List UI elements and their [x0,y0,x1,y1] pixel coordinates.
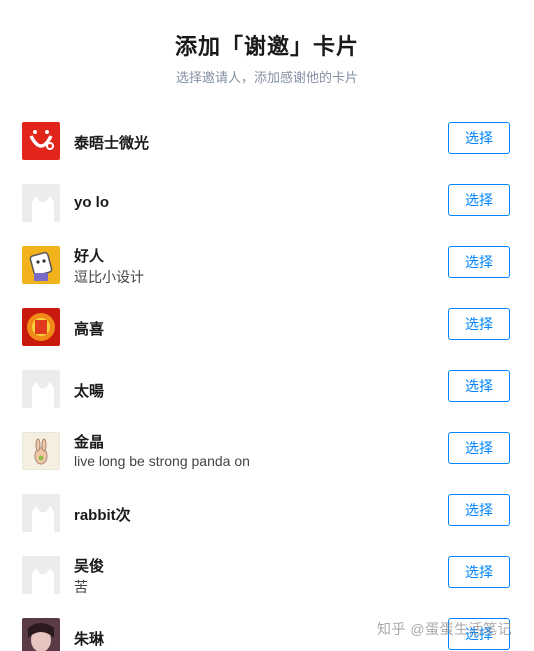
select-button[interactable]: 选择 [448,556,510,588]
inviter-row: 吴俊 苦 选择 [0,542,534,604]
inviter-list: 泰晤士微光 选择 yo lo 选择 好人 逗比小设计 选择 高喜 选择 太暘 选… [0,108,534,651]
select-button[interactable]: 选择 [448,494,510,526]
photo-avatar [22,618,60,651]
cartoon-character-avatar [22,246,60,284]
inviter-name: 好人 [74,248,105,265]
default-avatar [22,184,60,222]
dialog-subtitle: 选择邀请人，添加感谢他的卡片 [175,70,358,85]
inviter-name: 泰晤士微光 [74,135,150,152]
red-smiley-avatar [22,122,60,160]
inviter-name: 太暘 [74,383,105,400]
select-button[interactable]: 选择 [448,184,510,216]
inviter-name: rabbit次 [74,507,131,524]
select-button[interactable]: 选择 [448,122,510,154]
default-avatar [22,370,60,408]
rabbit-sketch-avatar [22,432,60,470]
select-button[interactable]: 选择 [448,370,510,402]
watermark: 知乎 @蛋蛋生活笔记 [377,621,513,637]
inviter-row: 泰晤士微光 选择 [0,108,534,170]
inviter-row: 金晶 live long be strong panda on 选择 [0,418,534,480]
select-button[interactable]: 选择 [448,246,510,278]
fire-avatar [22,308,60,346]
thanks-card-dialog: 添加「谢邀」卡片 选择邀请人，添加感谢他的卡片 泰晤士微光 选择 yo lo 选… [0,0,534,651]
inviter-row: 高喜 选择 [0,294,534,356]
select-button[interactable]: 选择 [448,432,510,464]
inviter-name: 朱琳 [74,631,105,648]
inviter-name: yo lo [74,194,110,211]
inviter-row: rabbit次 选择 [0,480,534,542]
inviter-name: 吴俊 [74,558,105,575]
inviter-bio: live long be strong panda on [74,453,250,469]
inviter-bio: 苦 [74,579,88,595]
inviter-bio: 逗比小设计 [74,269,144,285]
default-avatar [22,556,60,594]
select-button[interactable]: 选择 [448,308,510,340]
default-avatar [22,494,60,532]
inviter-row: 好人 逗比小设计 选择 [0,232,534,294]
inviter-name: 高喜 [74,321,105,338]
inviter-name: 金晶 [74,434,105,451]
inviter-row: 太暘 选择 [0,356,534,418]
dialog-title: 添加「谢邀」卡片 [174,34,359,59]
inviter-row: yo lo 选择 [0,170,534,232]
